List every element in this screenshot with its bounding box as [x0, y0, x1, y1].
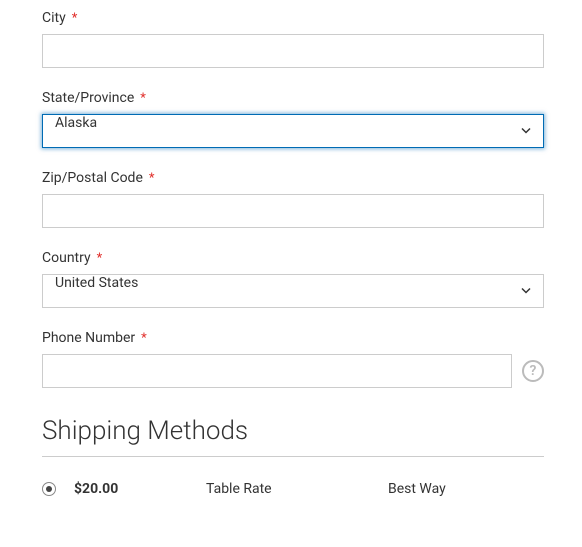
radio-dot-icon	[46, 486, 52, 492]
shipping-method-radio[interactable]	[42, 482, 56, 496]
label-country: Country	[42, 250, 91, 266]
shipping-method-carrier: Best Way	[388, 481, 544, 497]
label-row-country: Country *	[42, 250, 544, 266]
state-selected-value: Alaska	[55, 115, 97, 131]
field-country: Country * United States	[42, 250, 544, 308]
required-mark: *	[141, 332, 147, 345]
label-row-state: State/Province *	[42, 90, 544, 106]
state-select-wrap[interactable]: Alaska	[42, 114, 544, 148]
country-select[interactable]: United States	[42, 274, 544, 308]
label-row-phone: Phone Number *	[42, 330, 544, 346]
field-city: City *	[42, 10, 544, 68]
label-zip: Zip/Postal Code	[42, 170, 143, 186]
required-mark: *	[72, 12, 78, 25]
country-selected-value: United States	[55, 275, 138, 291]
city-input[interactable]	[42, 34, 544, 68]
field-phone: Phone Number * ?	[42, 330, 544, 388]
state-select[interactable]: Alaska	[42, 114, 544, 148]
phone-row: ?	[42, 354, 544, 388]
required-mark: *	[140, 92, 146, 105]
zip-input[interactable]	[42, 194, 544, 228]
shipping-method-price: $20.00	[74, 481, 206, 497]
shipping-method-rate: Table Rate	[206, 481, 388, 497]
country-select-wrap[interactable]: United States	[42, 274, 544, 308]
required-mark: *	[149, 172, 155, 185]
label-city: City	[42, 10, 66, 26]
field-state: State/Province * Alaska	[42, 90, 544, 148]
shipping-method-row[interactable]: $20.00 Table Rate Best Way	[42, 481, 544, 497]
required-mark: *	[97, 252, 103, 265]
label-row-zip: Zip/Postal Code *	[42, 170, 544, 186]
shipping-methods-title: Shipping Methods	[42, 416, 544, 457]
help-icon[interactable]: ?	[522, 360, 544, 382]
label-phone: Phone Number	[42, 330, 135, 346]
label-row-city: City *	[42, 10, 544, 26]
label-state: State/Province	[42, 90, 134, 106]
phone-input[interactable]	[42, 354, 512, 388]
field-zip: Zip/Postal Code *	[42, 170, 544, 228]
